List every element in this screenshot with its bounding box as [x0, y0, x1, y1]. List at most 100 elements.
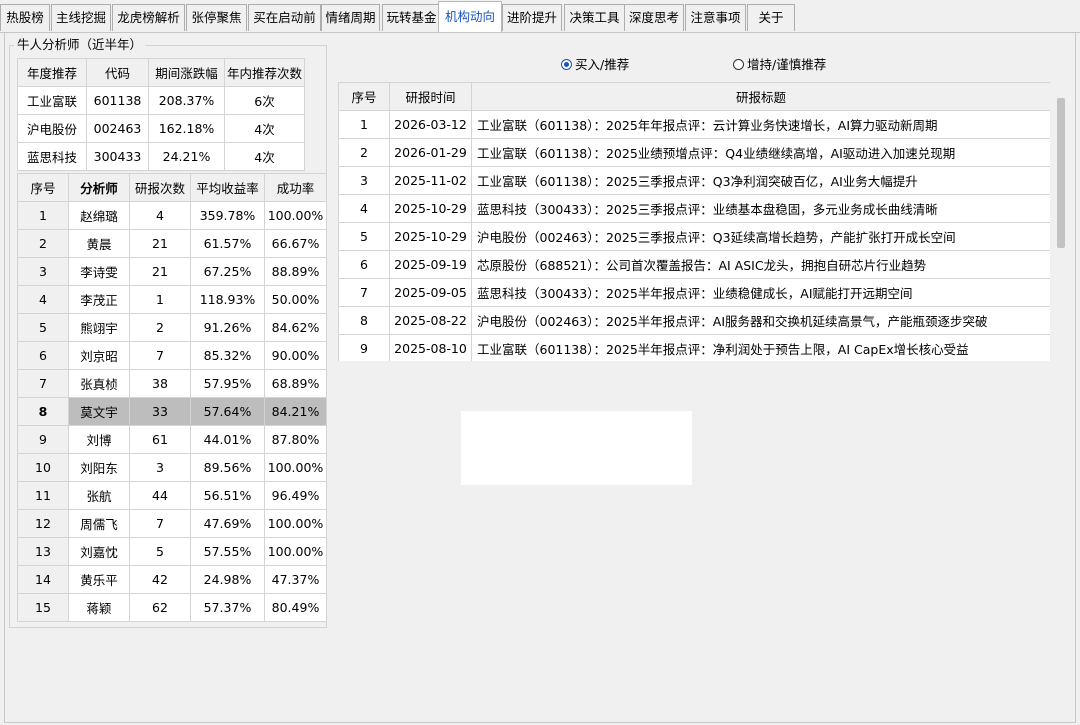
tab-1[interactable]: 主线挖掘: [51, 4, 111, 31]
report-date: 2025-08-10: [389, 334, 472, 361]
tab-9[interactable]: 决策工具: [564, 4, 625, 31]
report-index: 9: [338, 334, 390, 361]
report-index: 6: [338, 250, 390, 279]
tab-0[interactable]: 热股榜: [0, 4, 50, 31]
report-row[interactable]: 1 2026-03-12 工业富联（601138）：2025年年报点评：云计算业务快…: [338, 110, 1050, 139]
header-recommend-count[interactable]: 年内推荐次数: [224, 58, 305, 87]
analyst-cell: 李诗雯: [68, 257, 130, 286]
analyst-row[interactable]: 9 刘博 61 44.01% 87.80%: [17, 425, 327, 454]
report-date: 2025-08-22: [389, 306, 472, 335]
analyst-table: 序号 分析师 研报次数 平均收益率 成功率 1 赵绵璐 4 359.78% 100.00…: [17, 173, 327, 622]
analyst-cell: 刘京昭: [68, 341, 130, 370]
header-code[interactable]: 代码: [86, 58, 149, 87]
year-cell: 沪电股份: [17, 114, 87, 143]
report-row[interactable]: 4 2025-10-29 蓝思科技（300433）：2025三季报点评：业绩基本盘稳…: [338, 194, 1050, 223]
header-report-time[interactable]: 研报时间: [389, 82, 472, 111]
report-title: 工业富联（601138）：2025半年报点评：净利润处于预告上限，AI CapE…: [471, 334, 1050, 361]
header-index[interactable]: 序号: [17, 173, 69, 202]
analyst-row[interactable]: 12 周儒飞 7 47.69% 100.00%: [17, 509, 327, 538]
report-index: 2: [338, 138, 390, 167]
header-report-index[interactable]: 序号: [338, 82, 390, 111]
row-number: 10: [17, 453, 69, 482]
tab-12[interactable]: 关于: [747, 4, 795, 31]
analyst-row[interactable]: 6 刘京昭 7 85.32% 90.00%: [17, 341, 327, 370]
report-table-container[interactable]: 序号 研报时间 研报标题 1 2026-03-12 工业富联（601138）：202…: [338, 82, 1050, 361]
analyst-row[interactable]: 3 李诗雯 21 67.25% 88.89%: [17, 257, 327, 286]
year-cell: 208.37%: [148, 86, 225, 115]
analyst-cell: 66.67%: [264, 229, 327, 258]
radio-unchecked-icon: [733, 59, 744, 70]
analyst-cell: 50.00%: [264, 285, 327, 314]
analyst-cell: 88.89%: [264, 257, 327, 286]
analyst-row[interactable]: 4 李茂正 1 118.93% 50.00%: [17, 285, 327, 314]
tab-4[interactable]: 买在启动前: [248, 4, 321, 31]
report-row[interactable]: 7 2025-09-05 蓝思科技（300433）：2025半年报点评：业绩稳健成长…: [338, 278, 1050, 307]
analyst-row[interactable]: 5 熊翊宇 2 91.26% 84.62%: [17, 313, 327, 342]
analyst-cell: 38: [129, 369, 191, 398]
tab-11[interactable]: 注意事项: [685, 4, 746, 31]
row-number: 3: [17, 257, 69, 286]
radio-buy-recommend[interactable]: 买入/推荐: [561, 57, 629, 73]
year-table-row[interactable]: 工业富联 601138 208.37% 6次: [17, 86, 305, 115]
report-title: 工业富联（601138）：2025年年报点评：云计算业务快速增长，AI算力驱动新…: [471, 110, 1050, 139]
header-year-recommend[interactable]: 年度推荐: [17, 58, 87, 87]
year-cell: 24.21%: [148, 142, 225, 171]
analyst-cell: 96.49%: [264, 481, 327, 510]
header-analyst[interactable]: 分析师: [68, 173, 130, 202]
analyst-cell: 张航: [68, 481, 130, 510]
analyst-cell: 67.25%: [190, 257, 265, 286]
report-row[interactable]: 5 2025-10-29 沪电股份（002463）：2025三季报点评：Q3延续高增…: [338, 222, 1050, 251]
header-avg-return[interactable]: 平均收益率: [190, 173, 265, 202]
analyst-cell: 李茂正: [68, 285, 130, 314]
tab-10[interactable]: 深度思考: [624, 4, 684, 31]
tab-5[interactable]: 情绪周期: [321, 4, 380, 31]
report-row[interactable]: 3 2025-11-02 工业富联（601138）：2025三季报点评：Q3净利润突…: [338, 166, 1050, 195]
analyst-cell: 61: [129, 425, 191, 454]
report-row[interactable]: 8 2025-08-22 沪电股份（002463）：2025半年报点评：AI服务器和…: [338, 306, 1050, 335]
tab-7[interactable]: 机构动向: [438, 1, 502, 33]
report-index: 4: [338, 194, 390, 223]
year-cell: 4次: [224, 142, 305, 171]
row-number: 1: [17, 201, 69, 230]
header-report-title[interactable]: 研报标题: [471, 82, 1050, 111]
analyst-row[interactable]: 11 张航 44 56.51% 96.49%: [17, 481, 327, 510]
year-cell: 002463: [86, 114, 149, 143]
report-row[interactable]: 2 2026-01-29 工业富联（601138）：2025业绩预增点评：Q4业绩继…: [338, 138, 1050, 167]
year-cell: 162.18%: [148, 114, 225, 143]
row-number: 11: [17, 481, 69, 510]
report-scrollbar-thumb[interactable]: [1057, 98, 1065, 248]
report-date: 2025-09-05: [389, 278, 472, 307]
report-title: 沪电股份（002463）：2025三季报点评：Q3延续高增长趋势，产能扩张打开成…: [471, 222, 1050, 251]
report-row[interactable]: 6 2025-09-19 芯原股份（688521）：公司首次覆盖报告：AI ASIC…: [338, 250, 1050, 279]
analyst-row[interactable]: 10 刘阳东 3 89.56% 100.00%: [17, 453, 327, 482]
header-period-change[interactable]: 期间涨跌幅: [148, 58, 225, 87]
row-number: 5: [17, 313, 69, 342]
report-title: 蓝思科技（300433）：2025半年报点评：业绩稳健成长，AI赋能打开远期空间: [471, 278, 1050, 307]
analyst-cell: 2: [129, 313, 191, 342]
year-table-row[interactable]: 沪电股份 002463 162.18% 4次: [17, 114, 305, 143]
header-success-rate[interactable]: 成功率: [264, 173, 327, 202]
analyst-cell: 47.37%: [264, 565, 327, 594]
analyst-row[interactable]: 2 黄晨 21 61.57% 66.67%: [17, 229, 327, 258]
analyst-cell: 24.98%: [190, 565, 265, 594]
analyst-row[interactable]: 7 张真桢 38 57.95% 68.89%: [17, 369, 327, 398]
analyst-cell: 57.37%: [190, 593, 265, 622]
radio-hold-cautious[interactable]: 增持/谨慎推荐: [733, 57, 826, 73]
analyst-row[interactable]: 8 莫文宇 33 57.64% 84.21%: [17, 397, 327, 426]
analyst-cell: 3: [129, 453, 191, 482]
analyst-cell: 89.56%: [190, 453, 265, 482]
analyst-row[interactable]: 14 黄乐平 42 24.98% 47.37%: [17, 565, 327, 594]
analyst-row[interactable]: 13 刘嘉忱 5 57.55% 100.00%: [17, 537, 327, 566]
header-report-count[interactable]: 研报次数: [129, 173, 191, 202]
year-table-row[interactable]: 蓝思科技 300433 24.21% 4次: [17, 142, 305, 171]
tab-2[interactable]: 龙虎榜解析: [112, 4, 185, 31]
report-index: 5: [338, 222, 390, 251]
tab-8[interactable]: 进阶提升: [502, 4, 562, 31]
report-row[interactable]: 9 2025-08-10 工业富联（601138）：2025半年报点评：净利润处于预…: [338, 334, 1050, 361]
tab-3[interactable]: 张停聚焦: [186, 4, 247, 31]
report-index: 3: [338, 166, 390, 195]
tab-6[interactable]: 玩转基金: [382, 4, 441, 31]
year-cell: 300433: [86, 142, 149, 171]
analyst-row[interactable]: 1 赵绵璐 4 359.78% 100.00%: [17, 201, 327, 230]
analyst-row[interactable]: 15 蒋颖 62 57.37% 80.49%: [17, 593, 327, 622]
